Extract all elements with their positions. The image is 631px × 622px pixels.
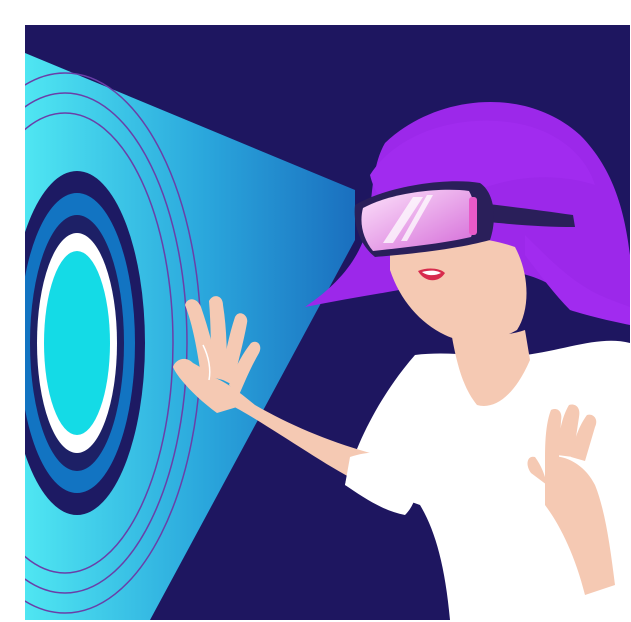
- image-frame: [0, 0, 631, 622]
- headset-side-accent: [469, 197, 477, 235]
- vr-illustration: [25, 25, 630, 620]
